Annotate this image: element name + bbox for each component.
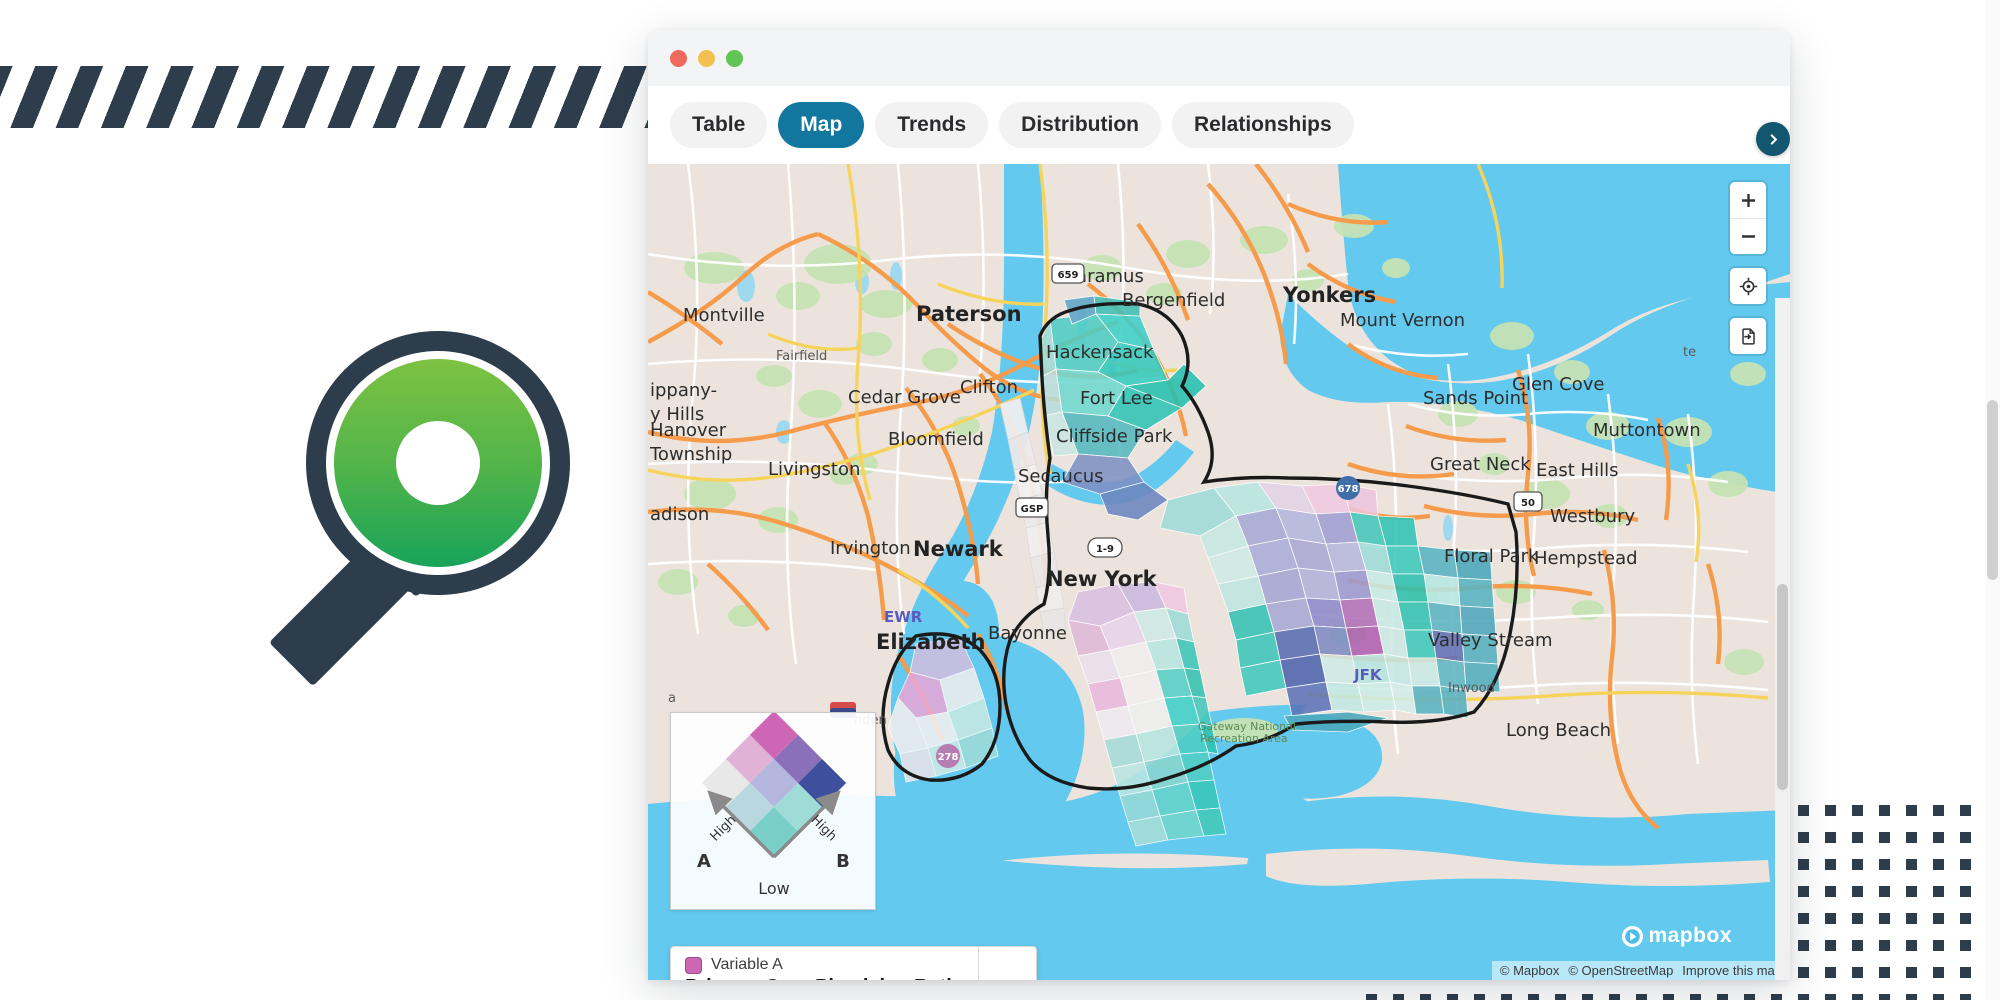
legend-high-b: High <box>808 813 840 845</box>
svg-text:adison: adison <box>650 504 709 525</box>
expand-panel-button[interactable] <box>1756 122 1790 156</box>
svg-text:678: 678 <box>1338 484 1359 495</box>
map-scrollbar-track[interactable] <box>1775 298 1790 980</box>
svg-text:50: 50 <box>1521 498 1535 509</box>
svg-text:Secaucus: Secaucus <box>1018 466 1104 487</box>
svg-text:Newark: Newark <box>913 537 1004 561</box>
attribution-improve[interactable]: Improve this map <box>1682 963 1782 978</box>
svg-text:Bergenfield: Bergenfield <box>1122 290 1225 311</box>
legend-axis-a: A <box>697 851 711 872</box>
attribution-osm[interactable]: © OpenStreetMap <box>1568 963 1673 978</box>
map-viewport[interactable]: Montville Fairfield ippany- y Hills Ceda… <box>648 164 1790 980</box>
svg-text:EWR: EWR <box>884 608 923 626</box>
geolocate-icon[interactable] <box>1730 268 1766 304</box>
export-icon[interactable] <box>1730 318 1766 354</box>
svg-text:Paterson: Paterson <box>916 302 1022 326</box>
view-tabbar: Table Map Trends Distribution Relationsh… <box>648 86 1790 164</box>
svg-text:Hackensack: Hackensack <box>1046 342 1154 363</box>
variable-a-dropdown-button[interactable] <box>978 947 1036 980</box>
svg-text:Fairfield: Fairfield <box>776 349 827 364</box>
svg-text:Cliffside Park: Cliffside Park <box>1056 426 1173 447</box>
svg-text:JFK: JFK <box>1353 666 1383 684</box>
svg-text:Cedar Grove: Cedar Grove <box>848 387 961 408</box>
chevron-right-icon <box>1769 133 1777 145</box>
svg-text:Long Beach: Long Beach <box>1506 720 1611 741</box>
variable-a-header: Variable A <box>685 956 964 974</box>
variable-a-selector[interactable]: Variable A Primary Care Physician Ratio … <box>670 946 1038 980</box>
svg-text:Clifton: Clifton <box>960 377 1018 398</box>
screenshot-stage: Table Map Trends Distribution Relationsh… <box>0 0 2000 1000</box>
map-attribution: © Mapbox © OpenStreetMap Improve this ma… <box>1491 961 1790 980</box>
svg-text:Muttontown: Muttontown <box>1593 420 1701 441</box>
svg-text:East Hills: East Hills <box>1536 460 1618 481</box>
zoom-control-group <box>1730 182 1766 254</box>
svg-text:Yonkers: Yonkers <box>1282 283 1376 307</box>
tab-table[interactable]: Table <box>670 102 768 148</box>
svg-text:te: te <box>1683 345 1696 360</box>
svg-text:1-9: 1-9 <box>1096 544 1114 555</box>
svg-text:Montville: Montville <box>683 305 765 326</box>
close-button[interactable] <box>670 49 687 67</box>
window-titlebar <box>648 30 1790 86</box>
svg-text:Sands Point: Sands Point <box>1423 388 1528 409</box>
svg-text:278: 278 <box>938 752 959 763</box>
tab-trends[interactable]: Trends <box>875 102 989 148</box>
app-window: Table Map Trends Distribution Relationsh… <box>648 30 1790 980</box>
svg-text:Township: Township <box>649 444 732 465</box>
export-control-group <box>1730 318 1766 354</box>
svg-text:Valley Stream: Valley Stream <box>1428 630 1553 651</box>
magnifier-graphic <box>198 288 673 688</box>
variable-a-body: Variable A Primary Care Physician Ratio … <box>671 947 978 980</box>
page-scrollbar-thumb[interactable] <box>1987 400 1998 580</box>
magnifier-icon <box>270 331 570 685</box>
svg-text:Fort Lee: Fort Lee <box>1080 388 1153 409</box>
svg-text:Elizabeth: Elizabeth <box>876 630 985 654</box>
decorative-stripe-band <box>0 66 660 128</box>
svg-text:Great Neck: Great Neck <box>1430 454 1531 475</box>
svg-text:Bayonne: Bayonne <box>988 623 1067 644</box>
bivariate-legend-svg: High High A B Low <box>697 710 850 898</box>
svg-text:Irvington: Irvington <box>830 538 911 559</box>
svg-text:a: a <box>668 691 676 706</box>
zoom-in-icon[interactable] <box>1730 182 1766 218</box>
svg-text:ippany-: ippany- <box>650 380 717 401</box>
svg-text:New York: New York <box>1046 567 1158 591</box>
chevron-down-icon <box>994 979 1021 980</box>
legend-low: Low <box>758 879 790 898</box>
svg-text:Floral Park: Floral Park <box>1444 546 1539 567</box>
mapbox-mark-icon <box>1622 925 1644 947</box>
zoom-out-icon[interactable] <box>1730 218 1766 254</box>
svg-text:GSP: GSP <box>1021 504 1044 515</box>
svg-text:Westbury: Westbury <box>1550 506 1635 527</box>
bivariate-legend: High High A B Low <box>670 710 876 910</box>
svg-text:Recreation Area: Recreation Area <box>1200 732 1288 745</box>
map-controls <box>1730 182 1766 354</box>
tab-relationships[interactable]: Relationships <box>1171 102 1354 148</box>
svg-text:Hempstead: Hempstead <box>1534 548 1638 569</box>
svg-text:Bloomfield: Bloomfield <box>888 429 984 450</box>
variable-a-swatch <box>685 956 702 974</box>
tab-distribution[interactable]: Distribution <box>999 102 1161 148</box>
mapbox-wordmark: mapbox <box>1648 924 1732 947</box>
map-scrollbar-thumb[interactable] <box>1777 584 1788 790</box>
svg-text:Mount Vernon: Mount Vernon <box>1340 310 1465 331</box>
svg-text:Hanover: Hanover <box>650 420 727 441</box>
svg-text:659: 659 <box>1058 270 1079 281</box>
svg-text:Livingston: Livingston <box>768 459 860 480</box>
page-scrollbar-track[interactable] <box>1985 0 2000 1000</box>
geolocate-control-group <box>1730 268 1766 304</box>
maximize-button[interactable] <box>726 49 743 67</box>
attribution-mapbox[interactable]: © Mapbox <box>1500 963 1559 978</box>
variable-a-title: Primary Care Physician Ratio <box>685 975 964 980</box>
mapbox-logo[interactable]: mapbox <box>1621 924 1732 948</box>
svg-text:Inwood: Inwood <box>1448 681 1495 696</box>
legend-axis-b: B <box>836 851 850 872</box>
variable-a-kicker: Variable A <box>711 956 783 973</box>
tab-map[interactable]: Map <box>778 102 865 148</box>
minimize-button[interactable] <box>698 49 715 67</box>
